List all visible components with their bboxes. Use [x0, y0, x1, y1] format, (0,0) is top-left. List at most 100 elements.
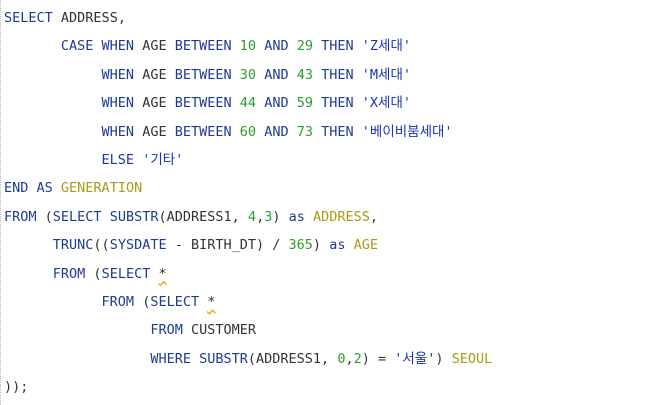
- code-token: ) =: [361, 350, 395, 367]
- sql-editor[interactable]: SELECT ADDRESS, CASE WHEN AGE BETWEEN 10…: [0, 0, 670, 405]
- code-line-6[interactable]: ELSE '기타': [4, 146, 670, 174]
- code-token: AGE: [142, 123, 167, 140]
- code-line-12[interactable]: FROM CUSTOMER: [4, 316, 670, 344]
- code-token: WHEN: [101, 66, 135, 83]
- code-token: ,: [321, 350, 338, 367]
- code-token: 29: [296, 38, 313, 55]
- code-token: ,: [369, 208, 379, 225]
- code-token: BETWEEN: [174, 66, 232, 83]
- code-token: THEN: [321, 38, 354, 55]
- code-token: ));: [4, 379, 29, 396]
- code-token: 365: [288, 237, 313, 254]
- code-token: AGE: [353, 237, 378, 254]
- code-token: ,: [231, 208, 248, 225]
- code-area[interactable]: SELECT ADDRESS, CASE WHEN AGE BETWEEN 10…: [4, 4, 670, 401]
- code-line-2[interactable]: CASE WHEN AGE BETWEEN 10 AND 29 THEN 'Z세…: [4, 32, 670, 60]
- code-token: (: [247, 350, 257, 367]
- code-token: THEN: [321, 95, 354, 112]
- code-line-11[interactable]: FROM (SELECT *: [4, 288, 670, 316]
- code-token: '기타': [142, 151, 184, 168]
- code-token: FROM: [52, 265, 86, 282]
- code-token: '서울': [394, 350, 436, 367]
- code-token: SELECT: [101, 265, 151, 282]
- code-token: SELECT: [4, 10, 53, 26]
- code-line-10[interactable]: FROM (SELECT *: [4, 260, 670, 288]
- code-token: ADDRESS1: [166, 208, 232, 225]
- code-token: 59: [296, 95, 313, 112]
- code-token: END AS: [4, 180, 53, 197]
- editor-gutter: [0, 0, 3, 405]
- code-token: SELECT: [52, 208, 102, 225]
- code-line-9[interactable]: TRUNC((SYSDATE - BIRTH_DT) / 365) as AGE: [4, 231, 670, 259]
- code-token: THEN: [321, 123, 354, 140]
- code-token: 10: [239, 38, 257, 55]
- code-token: 60: [239, 123, 257, 140]
- code-token: (: [158, 208, 167, 225]
- code-token: 43: [296, 66, 313, 83]
- code-line-5[interactable]: WHEN AGE BETWEEN 60 AND 73 THEN '베이비붐세대': [4, 118, 670, 146]
- code-token: AND: [264, 123, 289, 140]
- code-token: ,: [345, 350, 354, 367]
- code-line-14[interactable]: ));: [4, 373, 670, 401]
- code-token: 'Z세대': [361, 38, 412, 55]
- code-token: BETWEEN: [174, 123, 232, 140]
- code-token: ,: [117, 10, 126, 26]
- code-line-7[interactable]: END AS GENERATION: [4, 174, 670, 202]
- code-line-4[interactable]: WHEN AGE BETWEEN 44 AND 59 THEN 'X세대': [4, 89, 670, 117]
- code-line-8[interactable]: FROM (SELECT SUBSTR(ADDRESS1, 4,3) as AD…: [4, 203, 670, 231]
- code-token: (: [36, 208, 53, 225]
- code-token: BETWEEN: [174, 95, 232, 112]
- code-token: *: [207, 293, 216, 310]
- code-token: ADDRESS: [313, 208, 370, 225]
- code-token: 'X세대': [361, 95, 412, 112]
- code-token: (: [85, 265, 102, 282]
- code-token: ): [272, 208, 289, 225]
- code-token: BETWEEN: [174, 38, 232, 55]
- code-line-13[interactable]: WHERE SUBSTR(ADDRESS1, 0,2) = '서울') SEOU…: [4, 345, 670, 373]
- code-token: SEOUL: [451, 350, 493, 367]
- code-token: *: [158, 265, 167, 282]
- code-token: AND: [264, 38, 289, 55]
- code-token: GENERATION: [60, 180, 143, 197]
- code-line-1[interactable]: SELECT ADDRESS,: [4, 4, 670, 32]
- code-token: 44: [239, 95, 257, 112]
- code-token: SUBSTR: [199, 350, 248, 367]
- code-token: SUBSTR: [109, 208, 159, 225]
- code-token: THEN: [321, 66, 354, 83]
- code-line-3[interactable]: WHEN AGE BETWEEN 30 AND 43 THEN 'M세대': [4, 61, 670, 89]
- code-token: ,: [256, 208, 265, 225]
- code-token: WHEN: [101, 95, 135, 112]
